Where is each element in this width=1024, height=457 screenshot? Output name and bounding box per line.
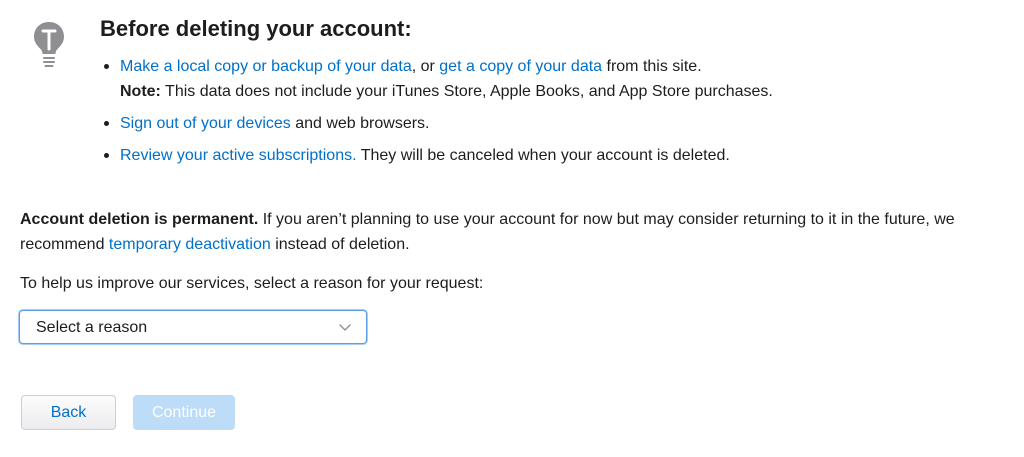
tip-item-text: from this site. — [602, 58, 702, 75]
tips-list: Make a local copy or backup of your data… — [100, 54, 1000, 168]
tip-item-text: They will be canceled when your account … — [356, 147, 730, 164]
note-label: Note: — [120, 83, 161, 100]
tips-heading: Before deleting your account: — [100, 16, 412, 41]
tip-item-backup: Make a local copy or backup of your data… — [100, 54, 1000, 104]
reason-prompt: To help us improve our services, select … — [20, 275, 484, 292]
chevron-down-icon — [339, 324, 351, 331]
sign-out-devices-link[interactable]: Sign out of your devices — [120, 115, 291, 132]
permanent-deletion-notice: Account deletion is permanent. If you ar… — [20, 207, 1010, 257]
tip-item-sign-out: Sign out of your devices and web browser… — [100, 111, 1000, 136]
delete-account-page: Before deleting your account: Make a loc… — [0, 0, 1024, 457]
continue-button[interactable]: Continue — [133, 395, 235, 430]
temporary-deactivation-link[interactable]: temporary deactivation — [109, 236, 271, 253]
tip-item-subscriptions: Review your active subscriptions. They w… — [100, 143, 1000, 168]
reason-select-value: Select a reason — [36, 319, 148, 336]
note-text: This data does not include your iTunes S… — [160, 83, 773, 100]
permanent-notice-text-end: instead of deletion. — [270, 236, 410, 253]
review-subscriptions-link[interactable]: Review your active subscriptions. — [120, 147, 357, 164]
tip-item-text: and web browsers. — [290, 115, 430, 132]
lightbulb-icon — [34, 22, 64, 67]
back-button[interactable]: Back — [21, 395, 116, 430]
get-copy-link[interactable]: get a copy of your data — [439, 58, 602, 75]
tip-item-text: , or — [411, 58, 440, 75]
reason-select[interactable]: Select a reason — [19, 310, 367, 344]
local-copy-link[interactable]: Make a local copy or backup of your data — [120, 58, 412, 75]
permanent-notice-title: Account deletion is permanent. — [20, 211, 259, 228]
before-deleting-tips: Before deleting your account: Make a loc… — [100, 14, 1000, 175]
